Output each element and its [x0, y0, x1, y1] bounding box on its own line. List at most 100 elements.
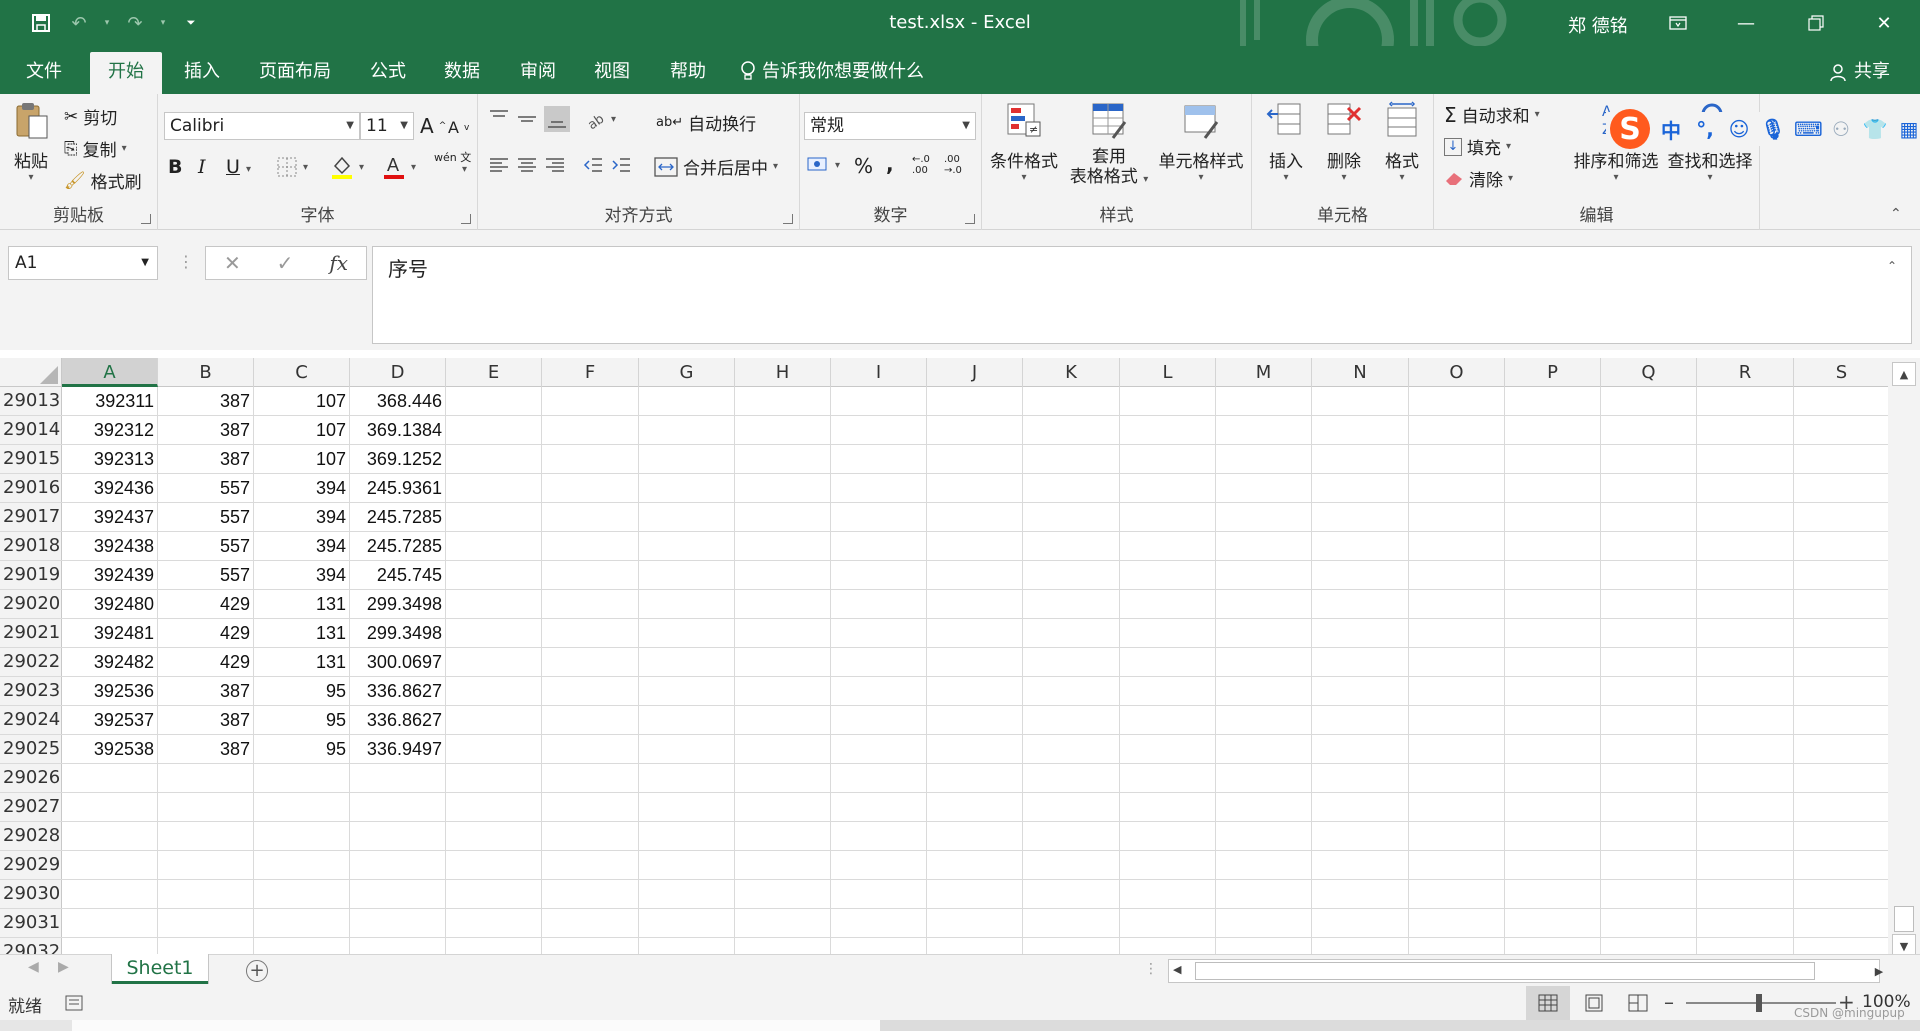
undo-icon[interactable]: ↶	[64, 10, 94, 36]
merge-center-button[interactable]: 合并后居中 ▾	[654, 154, 778, 179]
cell-o[interactable]	[1409, 503, 1505, 531]
cell-o[interactable]	[1409, 880, 1505, 908]
tab-view[interactable]: 视图	[580, 52, 644, 94]
cell-f[interactable]	[542, 706, 639, 734]
cell-q[interactable]	[1601, 706, 1697, 734]
enter-check-icon[interactable]: ✓	[277, 251, 294, 275]
cell-d[interactable]: 245.745	[350, 561, 446, 589]
cell-o[interactable]	[1409, 735, 1505, 763]
cell-n[interactable]	[1312, 706, 1409, 734]
cell-a[interactable]	[62, 764, 158, 792]
column-header-f[interactable]: F	[542, 358, 639, 387]
column-header-g[interactable]: G	[639, 358, 735, 387]
cell-n[interactable]	[1312, 851, 1409, 879]
cell-e[interactable]	[446, 416, 542, 444]
cell-i[interactable]	[831, 532, 927, 560]
number-format-select[interactable]: 常规 ▼	[804, 112, 976, 140]
percent-style-icon[interactable]: %	[854, 154, 873, 178]
cell-l[interactable]	[1120, 677, 1216, 705]
cell-p[interactable]	[1505, 822, 1601, 850]
cell-a[interactable]	[62, 938, 158, 954]
cell-e[interactable]	[446, 532, 542, 560]
cell-o[interactable]	[1409, 764, 1505, 792]
cell-j[interactable]	[927, 561, 1023, 589]
cell-f[interactable]	[542, 793, 639, 821]
cell-b[interactable]: 557	[158, 474, 254, 502]
cell-p[interactable]	[1505, 735, 1601, 763]
cell-l[interactable]	[1120, 474, 1216, 502]
horizontal-scroll-thumb[interactable]	[1195, 962, 1815, 980]
cell-l[interactable]	[1120, 561, 1216, 589]
row-header[interactable]: 29028	[0, 822, 62, 850]
restore-icon[interactable]	[1786, 0, 1846, 46]
cell-k[interactable]	[1023, 851, 1120, 879]
page-break-view-icon[interactable]	[1616, 986, 1660, 1020]
cell-p[interactable]	[1505, 590, 1601, 618]
cell-h[interactable]	[735, 764, 831, 792]
row-header[interactable]: 29020	[0, 590, 62, 618]
cell-b[interactable]: 387	[158, 387, 254, 415]
number-dialog-launcher-icon[interactable]	[965, 214, 975, 224]
cell-c[interactable]: 95	[254, 735, 350, 763]
cell-f[interactable]	[542, 561, 639, 589]
cell-l[interactable]	[1120, 706, 1216, 734]
cell-e[interactable]	[446, 677, 542, 705]
cell-m[interactable]	[1216, 503, 1312, 531]
cell-f[interactable]	[542, 474, 639, 502]
cell-i[interactable]	[831, 909, 927, 937]
cell-l[interactable]	[1120, 532, 1216, 560]
cell-c[interactable]: 107	[254, 416, 350, 444]
cell-e[interactable]	[446, 764, 542, 792]
cell-c[interactable]	[254, 880, 350, 908]
cell-q[interactable]	[1601, 416, 1697, 444]
cell-h[interactable]	[735, 561, 831, 589]
cell-d[interactable]: 245.7285	[350, 503, 446, 531]
cell-o[interactable]	[1409, 938, 1505, 954]
cell-h[interactable]	[735, 706, 831, 734]
font-dialog-launcher-icon[interactable]	[461, 214, 471, 224]
cell-a[interactable]: 392439	[62, 561, 158, 589]
cell-a[interactable]	[62, 793, 158, 821]
undo-dropdown-icon[interactable]: ▾	[102, 10, 112, 36]
cell-c[interactable]: 107	[254, 445, 350, 473]
cell-r[interactable]	[1697, 851, 1794, 879]
cell-f[interactable]	[542, 590, 639, 618]
align-top-icon[interactable]	[488, 108, 510, 130]
cell-e[interactable]	[446, 851, 542, 879]
cell-p[interactable]	[1505, 706, 1601, 734]
column-header-m[interactable]: M	[1216, 358, 1312, 387]
row-header[interactable]: 29030	[0, 880, 62, 908]
cell-j[interactable]	[927, 909, 1023, 937]
redo-dropdown-icon[interactable]: ▾	[158, 10, 168, 36]
cell-r[interactable]	[1697, 735, 1794, 763]
cell-m[interactable]	[1216, 416, 1312, 444]
copy-button[interactable]: ⎘ 复制 ▾	[64, 136, 127, 162]
skin-icon[interactable]: 👕	[1862, 117, 1888, 141]
column-header-l[interactable]: L	[1120, 358, 1216, 387]
column-header-n[interactable]: N	[1312, 358, 1409, 387]
column-header-j[interactable]: J	[927, 358, 1023, 387]
cell-d[interactable]: 336.8627	[350, 706, 446, 734]
cell-c[interactable]: 95	[254, 706, 350, 734]
cell-s[interactable]	[1794, 590, 1888, 618]
vertical-scroll-thumb[interactable]	[1894, 906, 1914, 932]
next-sheet-icon[interactable]: ▶	[58, 959, 69, 975]
borders-icon[interactable]: ▾	[276, 156, 308, 178]
row-header[interactable]: 29021	[0, 619, 62, 647]
tab-page-layout[interactable]: 页面布局	[244, 52, 346, 94]
fill-button[interactable]: ↓ 填充 ▾	[1444, 134, 1511, 159]
keyboard-icon[interactable]: ⌨	[1794, 117, 1823, 141]
cell-n[interactable]	[1312, 445, 1409, 473]
insert-cells-button[interactable]: 插入 ▾	[1258, 100, 1314, 183]
cell-styles-button[interactable]: 单元格样式 ▾	[1152, 100, 1250, 183]
cell-d[interactable]	[350, 938, 446, 954]
autosum-button[interactable]: Σ 自动求和 ▾	[1444, 102, 1540, 128]
cell-k[interactable]	[1023, 590, 1120, 618]
cell-a[interactable]	[62, 880, 158, 908]
cell-e[interactable]	[446, 387, 542, 415]
cell-e[interactable]	[446, 909, 542, 937]
cell-l[interactable]	[1120, 822, 1216, 850]
tab-home[interactable]: 开始	[90, 52, 162, 94]
cell-p[interactable]	[1505, 619, 1601, 647]
underline-icon[interactable]: U	[226, 156, 240, 178]
